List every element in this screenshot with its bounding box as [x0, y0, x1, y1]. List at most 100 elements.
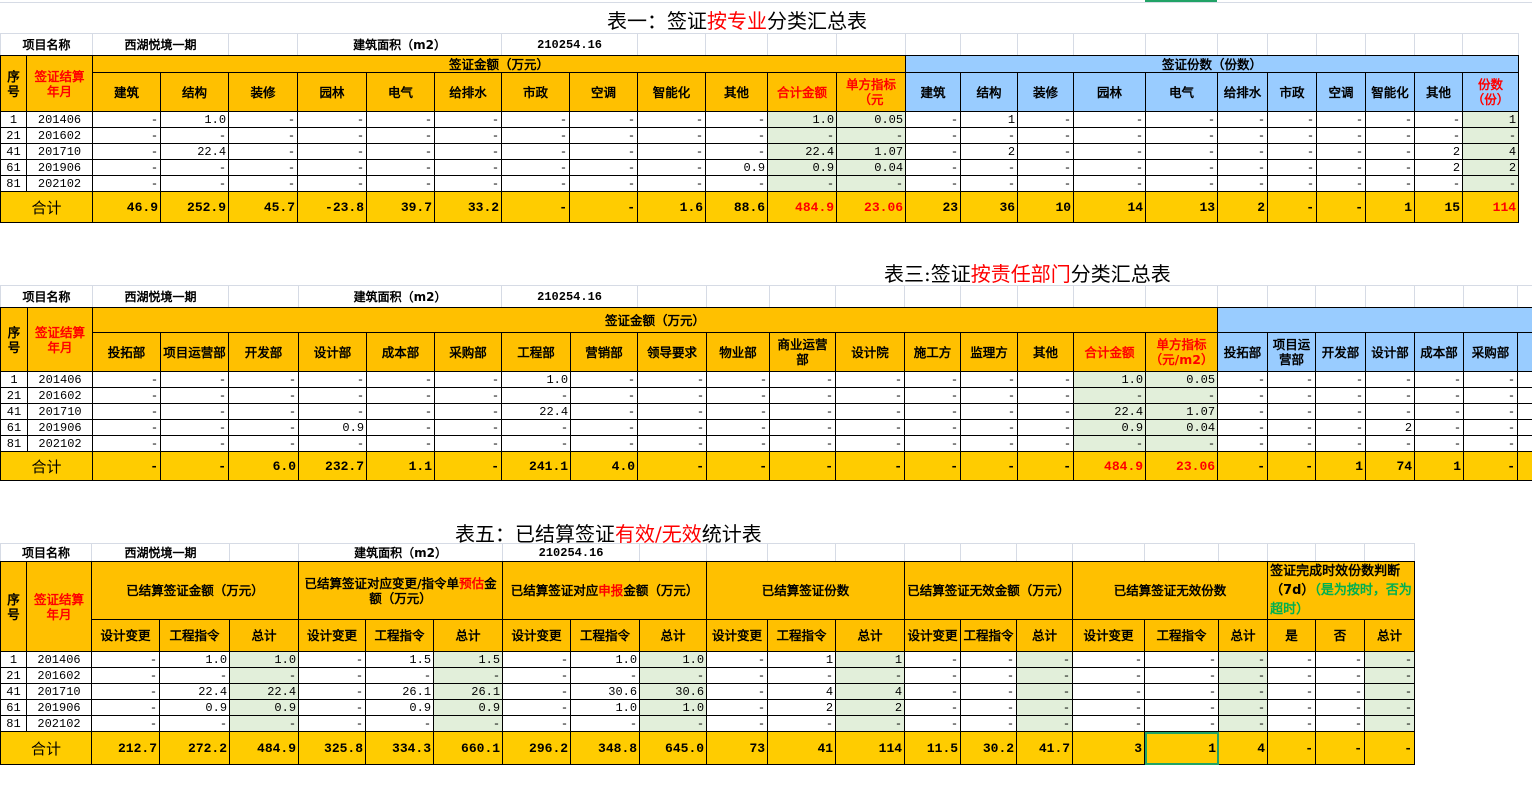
cell[interactable]: -	[638, 388, 707, 404]
empty-cell[interactable]	[837, 34, 906, 56]
month-cell[interactable]: 201710	[27, 684, 92, 700]
cell[interactable]: -	[638, 372, 707, 388]
total-cell[interactable]: -	[1268, 192, 1317, 223]
cell[interactable]: -	[1317, 176, 1366, 192]
total-cell[interactable]: 660.1	[434, 732, 503, 765]
cell[interactable]: -	[1018, 144, 1074, 160]
cell[interactable]: -	[570, 144, 638, 160]
cell[interactable]: -	[1018, 372, 1074, 388]
cell[interactable]: -	[707, 716, 768, 732]
cell[interactable]: -	[640, 716, 707, 732]
total-cell[interactable]: 1	[1415, 452, 1464, 481]
empty-cell[interactable]	[1218, 286, 1268, 308]
cell[interactable]	[1518, 372, 1532, 388]
cell[interactable]: -	[1017, 684, 1073, 700]
cell[interactable]: -	[299, 668, 366, 684]
cell[interactable]: -	[93, 160, 161, 176]
total-cell[interactable]: 30.2	[961, 732, 1017, 765]
empty-cell[interactable]	[1218, 34, 1268, 56]
total-cell[interactable]: 10	[1018, 192, 1074, 223]
cell[interactable]: -	[706, 144, 768, 160]
cell[interactable]: -	[1365, 684, 1415, 700]
cell[interactable]: -	[298, 112, 367, 128]
seq-cell[interactable]: 81	[1, 436, 28, 452]
cell[interactable]: -	[1146, 112, 1218, 128]
total-cell[interactable]: -	[961, 452, 1018, 481]
cell[interactable]: -	[1218, 420, 1268, 436]
month-cell[interactable]: 201710	[27, 144, 93, 160]
cell[interactable]: -	[93, 144, 161, 160]
cell[interactable]: -	[160, 668, 230, 684]
total-cell[interactable]: 1.6	[638, 192, 706, 223]
total-cell[interactable]: -	[161, 452, 229, 481]
empty-cell[interactable]	[638, 34, 706, 56]
cell[interactable]: -	[299, 372, 367, 388]
project-name-value[interactable]: 西湖悦境一期	[93, 34, 229, 56]
cell[interactable]: 1	[836, 652, 905, 668]
cell[interactable]: -	[93, 176, 161, 192]
total-cell[interactable]: -	[1365, 732, 1415, 765]
empty-cell[interactable]	[229, 34, 298, 56]
total-cell[interactable]: 232.7	[299, 452, 367, 481]
empty-cell[interactable]	[1018, 286, 1074, 308]
cell[interactable]: -	[707, 372, 770, 388]
cell[interactable]: -	[707, 404, 770, 420]
month-cell[interactable]: 201906	[27, 700, 92, 716]
cell[interactable]: 2	[836, 700, 905, 716]
cell[interactable]: -	[1463, 176, 1519, 192]
cell[interactable]: 1.5	[366, 652, 434, 668]
cell[interactable]: -	[1074, 436, 1146, 452]
cell[interactable]: -	[640, 668, 707, 684]
cell[interactable]: -	[1018, 112, 1074, 128]
empty-cell[interactable]	[1415, 286, 1464, 308]
cell[interactable]: -	[1316, 436, 1366, 452]
total-cell[interactable]: 1	[1316, 452, 1366, 481]
cell[interactable]: -	[1073, 652, 1145, 668]
empty-cell[interactable]	[1366, 286, 1415, 308]
seq-cell[interactable]: 1	[1, 112, 27, 128]
cell[interactable]: -	[299, 436, 367, 452]
cell[interactable]: -	[1017, 700, 1073, 716]
cell[interactable]: -	[1415, 388, 1464, 404]
cell[interactable]: -	[571, 372, 638, 388]
cell[interactable]: 1.5	[434, 652, 503, 668]
cell[interactable]: -	[367, 112, 435, 128]
cell[interactable]: -	[1415, 112, 1463, 128]
cell[interactable]: -	[906, 112, 961, 128]
cell[interactable]: -	[1316, 652, 1365, 668]
total-cell[interactable]	[1518, 452, 1532, 481]
cell[interactable]: -	[229, 112, 298, 128]
cell[interactable]: 1	[961, 112, 1018, 128]
cell[interactable]: -	[1366, 372, 1415, 388]
empty-cell[interactable]	[640, 544, 707, 562]
cell[interactable]: 26.1	[434, 684, 503, 700]
cell[interactable]: -	[905, 404, 961, 420]
cell[interactable]: -	[836, 436, 905, 452]
empty-cell[interactable]	[1464, 286, 1518, 308]
cell[interactable]: -	[1145, 652, 1219, 668]
empty-cell[interactable]	[1316, 544, 1365, 562]
cell[interactable]: 30.6	[571, 684, 640, 700]
cell[interactable]: -	[1268, 716, 1316, 732]
cell[interactable]: -	[435, 436, 502, 452]
total-cell[interactable]: -	[1464, 452, 1518, 481]
cell[interactable]: -	[299, 652, 366, 668]
cell[interactable]: -	[768, 128, 837, 144]
cell[interactable]: -	[298, 144, 367, 160]
cell[interactable]: -	[435, 176, 502, 192]
cell[interactable]: 2	[1415, 160, 1463, 176]
total-cell[interactable]: -	[1268, 732, 1316, 765]
cell[interactable]: -	[638, 404, 707, 420]
cell[interactable]: -	[1268, 420, 1316, 436]
total-cell[interactable]: -23.8	[298, 192, 367, 223]
cell[interactable]: -	[229, 160, 298, 176]
cell[interactable]: -	[1219, 668, 1268, 684]
cell[interactable]: -	[1218, 128, 1268, 144]
cell[interactable]: -	[961, 160, 1018, 176]
cell[interactable]: -	[435, 144, 502, 160]
cell[interactable]: -	[905, 668, 961, 684]
cell[interactable]: -	[961, 420, 1018, 436]
cell[interactable]: -	[905, 684, 961, 700]
cell[interactable]: -	[1366, 436, 1415, 452]
cell[interactable]: -	[435, 128, 502, 144]
